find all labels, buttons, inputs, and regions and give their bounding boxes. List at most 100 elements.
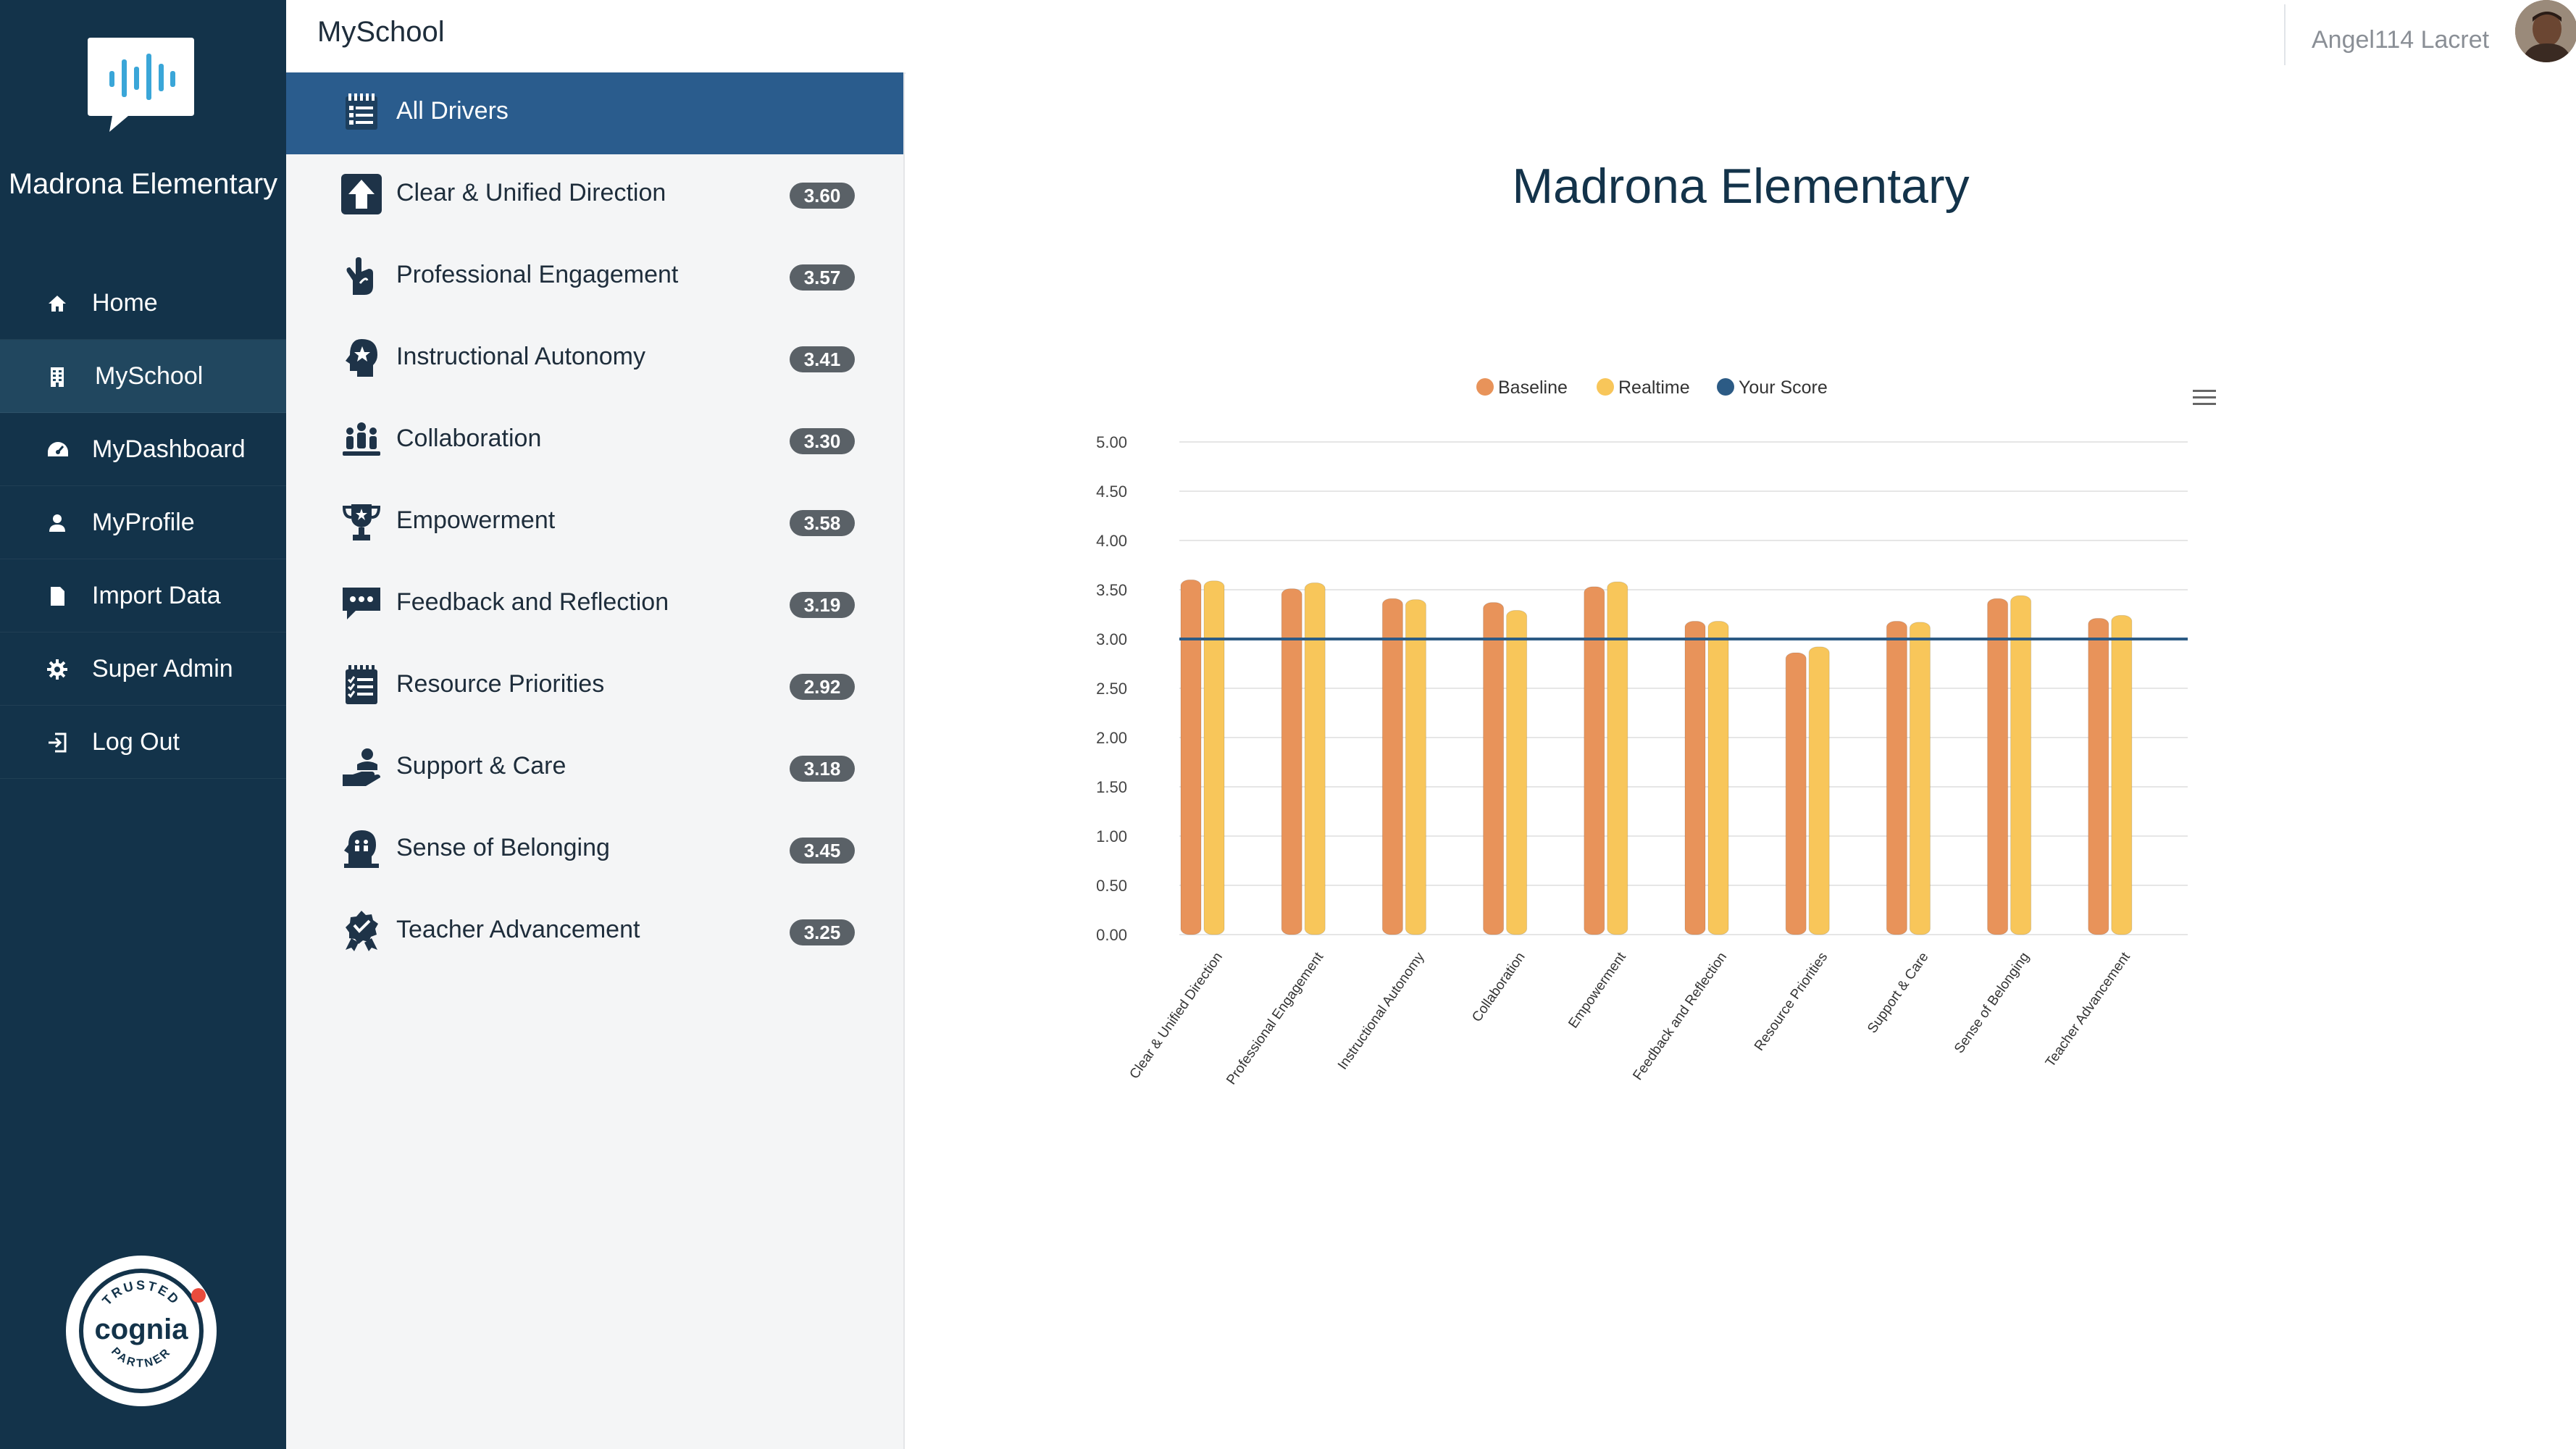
sidebar-item-label: Home — [92, 288, 158, 317]
drivers-panel: All Drivers Clear & Unified Direction 3.… — [286, 72, 905, 1449]
driver-label: Instructional Autonomy — [396, 343, 645, 370]
logout-icon — [46, 732, 68, 753]
head-star-icon — [340, 336, 383, 380]
bar-baseline — [1785, 652, 1807, 935]
chart-area: Madrona Elementary 0.00 0.50 1.00 1.50 2.00 2… — [906, 72, 2576, 1449]
home-icon — [46, 293, 68, 314]
building-icon — [46, 366, 68, 388]
legend-marker — [1717, 378, 1734, 396]
score-badge: 3.57 — [790, 264, 855, 291]
sidebar-item-label: MyProfile — [92, 508, 195, 536]
score-badge: 3.41 — [790, 346, 855, 372]
bar-baseline — [2088, 617, 2109, 935]
driver-label: Collaboration — [396, 425, 542, 452]
gear-icon — [46, 659, 68, 680]
driver-label: Clear & Unified Direction — [396, 179, 666, 206]
badge-brand-text: cognia — [95, 1314, 189, 1345]
bar-baseline — [1180, 579, 1202, 935]
bar-baseline — [1483, 602, 1505, 935]
driver-label: All Drivers — [396, 97, 509, 125]
page-title: MySchool — [317, 16, 445, 48]
x-tick-label: Support & Care — [1865, 950, 1931, 1036]
x-tick-label: Clear & Unified Direction — [1127, 950, 1226, 1082]
cognia-trusted-partner-badge: TRUSTED cognia PARTNER — [64, 1253, 219, 1409]
driver-label: Empowerment — [396, 506, 556, 534]
y-tick-label: 3.00 — [1096, 630, 1127, 648]
bar-realtime — [2111, 614, 2133, 935]
bar-realtime — [1808, 646, 1830, 935]
legend-label: Your Score — [1739, 377, 1828, 398]
y-tick-label: 0.50 — [1096, 877, 1127, 895]
driver-item-empowerment[interactable]: Empowerment 3.58 — [286, 482, 903, 561]
y-tick-label: 5.00 — [1096, 433, 1127, 451]
bar-baseline — [1381, 598, 1403, 935]
driver-item-sense-of-belonging[interactable]: Sense of Belonging 3.45 — [286, 809, 903, 889]
driver-item-support-care[interactable]: Support & Care 3.18 — [286, 727, 903, 807]
legend-label: Baseline — [1498, 377, 1568, 398]
driver-item-instructional-autonomy[interactable]: Instructional Autonomy 3.41 — [286, 318, 903, 398]
x-tick-label: Feedback and Reflection — [1630, 950, 1730, 1083]
driver-label: Professional Engagement — [396, 261, 679, 288]
bar-baseline — [1684, 621, 1706, 935]
care-hand-icon — [340, 746, 383, 789]
score-badge: 3.45 — [790, 838, 855, 864]
driver-label: Feedback and Reflection — [396, 588, 669, 616]
sidebar-nav: Home MySchool MyDashboard MyProfile Impo… — [0, 267, 286, 779]
sidebar-item-myschool[interactable]: MySchool — [0, 340, 286, 413]
y-tick-label: 3.50 — [1096, 581, 1127, 599]
sidebar-item-myprofile[interactable]: MyProfile — [0, 486, 286, 559]
sidebar-item-home[interactable]: Home — [0, 267, 286, 340]
legend-marker — [1476, 378, 1494, 396]
score-badge: 3.30 — [790, 428, 855, 454]
y-tick-label: 2.50 — [1096, 680, 1127, 698]
sidebar-item-log-out[interactable]: Log Out — [0, 706, 286, 779]
score-badge: 3.25 — [790, 919, 855, 945]
driver-item-clear-unified-direction[interactable]: Clear & Unified Direction 3.60 — [286, 154, 903, 234]
sidebar-item-label: Super Admin — [92, 654, 233, 682]
user-name[interactable]: Angel114 Lacret — [2312, 26, 2489, 54]
bar-realtime — [2010, 595, 2032, 935]
driver-label: Teacher Advancement — [396, 916, 640, 943]
x-tick-label: Teacher Advancement — [2043, 949, 2133, 1070]
bar-realtime — [1707, 621, 1729, 935]
sidebar-item-label: MyDashboard — [92, 435, 246, 463]
sidebar-item-label: Log Out — [92, 727, 180, 756]
driver-item-teacher-advancement[interactable]: Teacher Advancement 3.25 — [286, 891, 903, 971]
group-icon — [340, 418, 383, 462]
checklist-icon — [340, 664, 383, 707]
score-badge: 3.60 — [790, 183, 855, 209]
chat-icon — [340, 582, 383, 625]
x-tick-label: Collaboration — [1469, 950, 1528, 1025]
x-tick-label: Empowerment — [1565, 949, 1629, 1031]
hand-icon — [340, 254, 383, 298]
sidebar-item-super-admin[interactable]: Super Admin — [0, 632, 286, 706]
school-name: Madrona Elementary — [8, 168, 278, 200]
top-bar-divider — [2284, 4, 2286, 65]
top-bar: MySchool Angel114 Lacret — [286, 0, 2576, 74]
bar-realtime — [1909, 622, 1931, 935]
sidebar-item-label: Import Data — [92, 581, 221, 609]
y-tick-label: 1.50 — [1096, 778, 1127, 796]
bar-realtime — [1607, 581, 1628, 935]
x-tick-label: Instructional Autonomy — [1335, 949, 1428, 1072]
driver-label: Sense of Belonging — [396, 834, 610, 861]
app-logo-icon[interactable] — [85, 35, 197, 134]
bar-baseline — [1987, 598, 2009, 935]
bar-realtime — [1506, 610, 1528, 935]
bar-baseline — [1281, 588, 1302, 935]
sidebar-item-label: MySchool — [95, 362, 204, 390]
driver-item-collaboration[interactable]: Collaboration 3.30 — [286, 400, 903, 480]
driver-item-resource-priorities[interactable]: Resource Priorities 2.92 — [286, 646, 903, 725]
driver-item-feedback-and-reflection[interactable]: Feedback and Reflection 3.19 — [286, 564, 903, 643]
sidebar-item-mydashboard[interactable]: MyDashboard — [0, 413, 286, 486]
belonging-icon — [340, 827, 383, 871]
all-drivers-icon — [340, 91, 383, 134]
driver-label: Support & Care — [396, 752, 566, 780]
avatar[interactable] — [2515, 0, 2576, 62]
driver-item-professional-engagement[interactable]: Professional Engagement 3.57 — [286, 236, 903, 316]
driver-item-all-drivers[interactable]: All Drivers — [286, 72, 903, 154]
bar-realtime — [1304, 582, 1326, 935]
driver-label: Resource Priorities — [396, 670, 605, 698]
sidebar-item-import-data[interactable]: Import Data — [0, 559, 286, 632]
y-tick-label: 1.00 — [1096, 827, 1127, 845]
